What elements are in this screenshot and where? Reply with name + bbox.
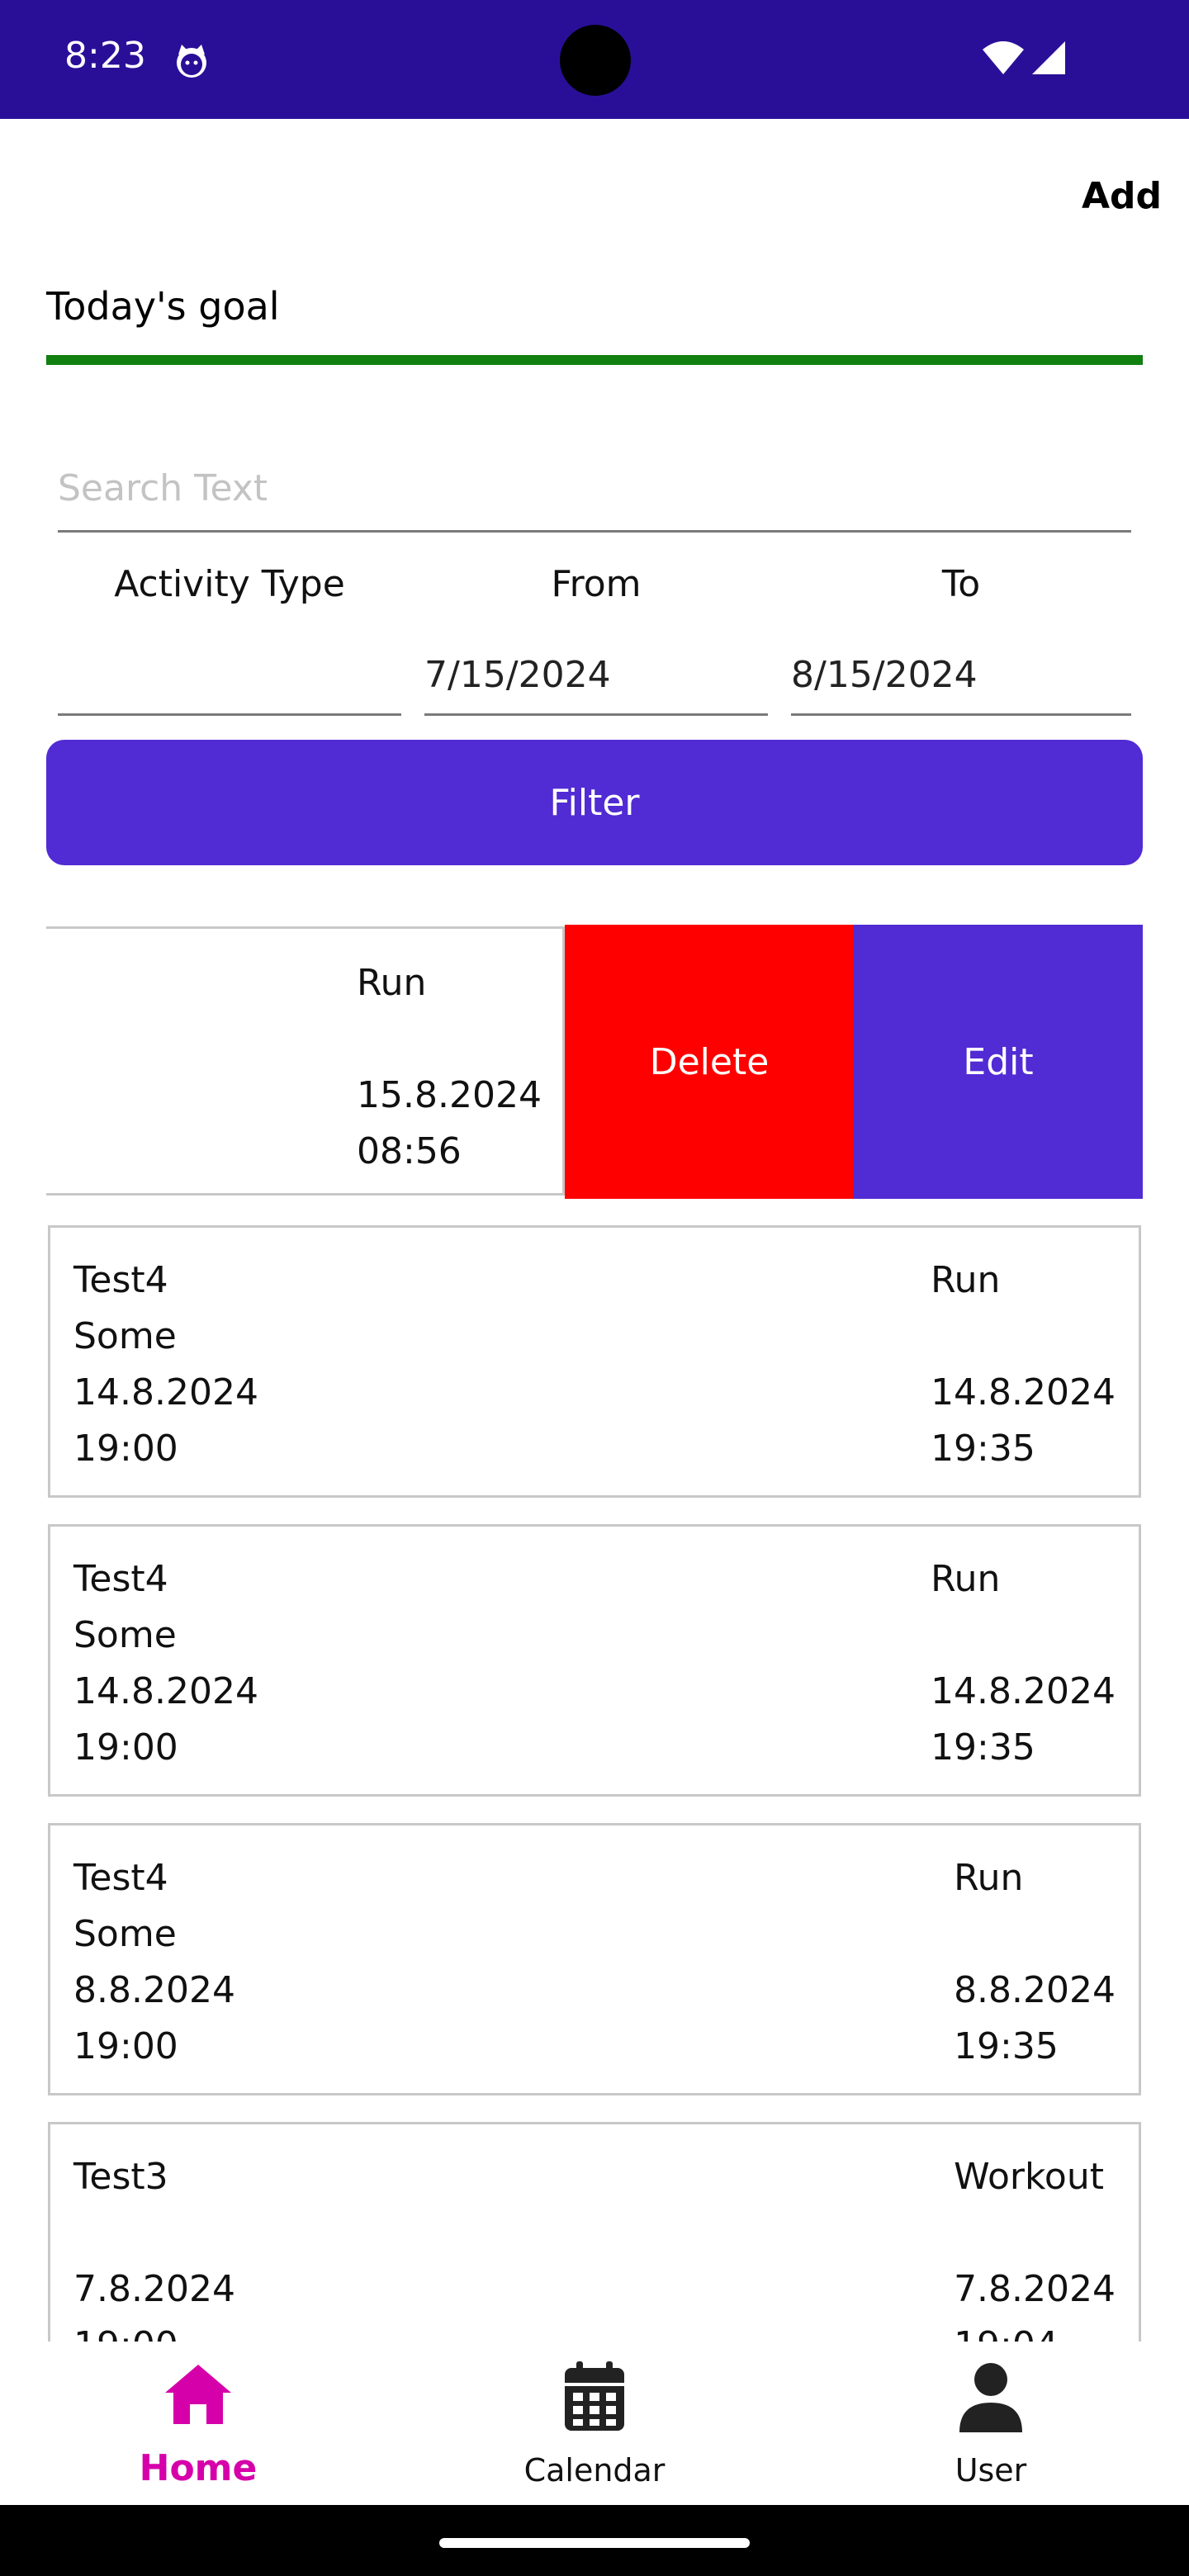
from-label: From [551,563,642,605]
activity-description [73,2205,235,2261]
activity-end-date: 14.8.2024 [931,1371,1116,1413]
activity-type: Run [931,1259,1001,1301]
activity-card[interactable]: Test4 Some 8.8.2024 19:00 Run 8.8.2024 1… [48,1823,1141,2095]
activity-description: Some [73,1315,177,1357]
activity-card[interactable]: Test4 Some 14.8.2024 19:00 Run 14.8.2024… [48,1225,1141,1498]
wifi-icon [983,41,1024,74]
activity-start-date: 14.8.2024 [73,1371,258,1413]
delete-button[interactable]: Delete [565,925,854,1199]
activity-type: Workout [954,2156,1104,2198]
activity-start-date: 14.8.2024 [73,1670,258,1712]
activity-end-date: 7.8.2024 [954,2268,1116,2310]
from-date-picker[interactable]: 7/15/2024 [424,654,611,696]
to-underline [791,713,1131,716]
activity-list[interactable]: Test4 Some 14.8.2024 19:00 Run 14.8.2024… [0,1214,1189,2342]
activity-name: Test4 [73,1259,168,1301]
activity-end-time: 19:35 [931,1428,1035,1470]
activity-start-date: 7.8.2024 [73,2268,235,2310]
activity-end-date: 15.8.2024 [357,1074,542,1116]
activity-end-time: 19:04 [954,2318,1116,2342]
tab-user-label: User [955,2452,1027,2488]
activity-end-date: 14.8.2024 [931,1670,1116,1712]
activity-description: Some [73,1913,177,1955]
activity-type: Run [931,1558,1001,1600]
calendar-icon [565,2361,624,2431]
activity-card[interactable]: Test4 Some 14.8.2024 19:00 Run 14.8.2024… [48,1524,1141,1797]
activity-name: Test4 [73,1857,168,1899]
user-icon [959,2363,1022,2432]
activity-card[interactable]: Test3 7.8.2024 19:00 Workout 7.8.2024 19… [48,2122,1141,2342]
filter-button[interactable]: Filter [46,740,1143,865]
search-input[interactable]: Search Text [58,467,268,509]
activity-start-time: 19:00 [73,1726,178,1769]
to-label: To [941,563,981,605]
camera-cutout [560,25,631,96]
to-date-picker[interactable]: 8/15/2024 [791,654,978,696]
activity-end-time: 19:35 [931,1726,1035,1769]
status-time: 8:23 [64,35,146,77]
from-underline [424,713,768,716]
search-underline [58,530,1131,533]
notification-cat-icon [177,45,206,78]
home-gesture-handle[interactable] [439,2538,750,2548]
activity-type: Run [357,962,427,1004]
activity-description: Some [73,1614,177,1656]
tab-home[interactable]: Home [99,2342,297,2505]
activity-start-time: 19:00 [73,1428,178,1470]
activity-start-date: 8.8.2024 [73,1969,235,2011]
activity-end-date: 8.8.2024 [954,1969,1116,2011]
todays-goal-label: Today's goal [46,284,280,329]
tab-home-label: Home [139,2447,258,2489]
activity-end-time: 19:35 [954,2025,1059,2067]
goal-progress-bar [46,355,1143,365]
activity-name: Test4 [73,1558,168,1600]
tab-user[interactable]: User [892,2342,1090,2505]
activity-start-time: 19:00 [73,2318,235,2342]
activity-type: Run [954,1857,1024,1899]
activity-start-time: 19:00 [73,2025,178,2067]
edit-button[interactable]: Edit [854,925,1143,1199]
swiped-activity-item[interactable]: Run 15.8.2024 08:56 [46,926,565,1196]
activity-name: Test3 [73,2156,168,2198]
activity-type-underline [58,713,401,716]
tab-calendar[interactable]: Calendar [495,2342,694,2505]
add-button[interactable]: Add [1082,175,1162,217]
home-icon [165,2365,231,2424]
activity-end-time: 08:56 [357,1130,462,1172]
tab-calendar-label: Calendar [523,2452,666,2488]
bottom-tab-bar: Home Calendar User [0,2342,1189,2505]
activity-type-label: Activity Type [114,563,345,605]
signal-icon [1032,41,1065,74]
